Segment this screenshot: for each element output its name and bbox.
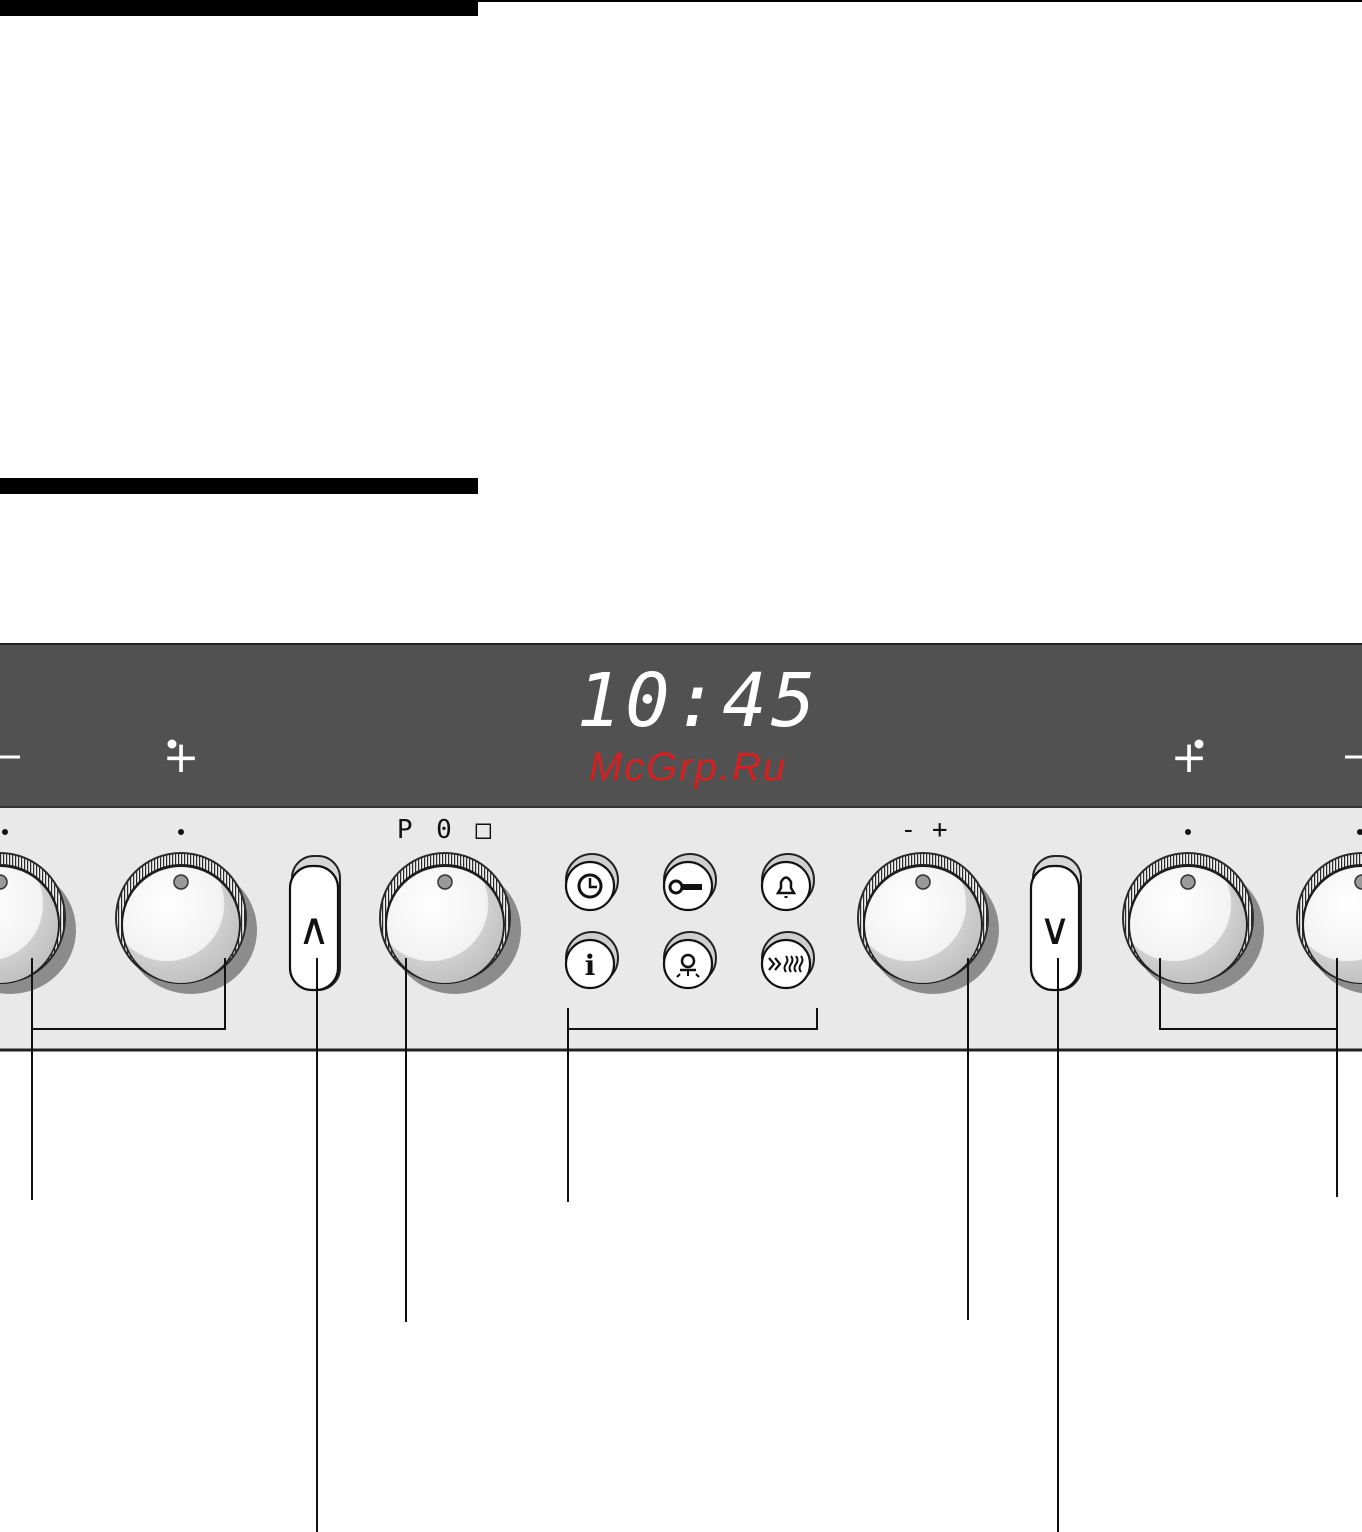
up-button[interactable]: ∧ <box>288 855 341 992</box>
knob-marker-dot <box>178 829 184 835</box>
info-icon: i <box>585 949 596 982</box>
cooktop-zone-right-icon: + <box>1171 732 1208 783</box>
knob-marker-dot <box>1185 829 1191 835</box>
svg-text:+: + <box>1171 732 1208 783</box>
temperature-selector-label: - + <box>901 815 948 845</box>
knob-marker-dot <box>2 829 8 835</box>
down-button[interactable]: ∨ <box>1029 855 1082 992</box>
cooktop-zone-left-icon: + <box>163 732 200 783</box>
watermark: McGrp.Ru <box>589 745 787 789</box>
up-arrow-icon: ∧ <box>298 904 330 955</box>
down-arrow-icon: ∨ <box>1039 904 1071 955</box>
svg-text:+: + <box>163 732 200 783</box>
program-selector-label: P 0 □ <box>397 815 495 845</box>
clock-display: 10:45 <box>577 658 820 744</box>
oven-control-panel-diagram: 10:45 McGrp.Ru + + P 0 □ - + ∧ ∨ i <box>0 643 1362 1532</box>
